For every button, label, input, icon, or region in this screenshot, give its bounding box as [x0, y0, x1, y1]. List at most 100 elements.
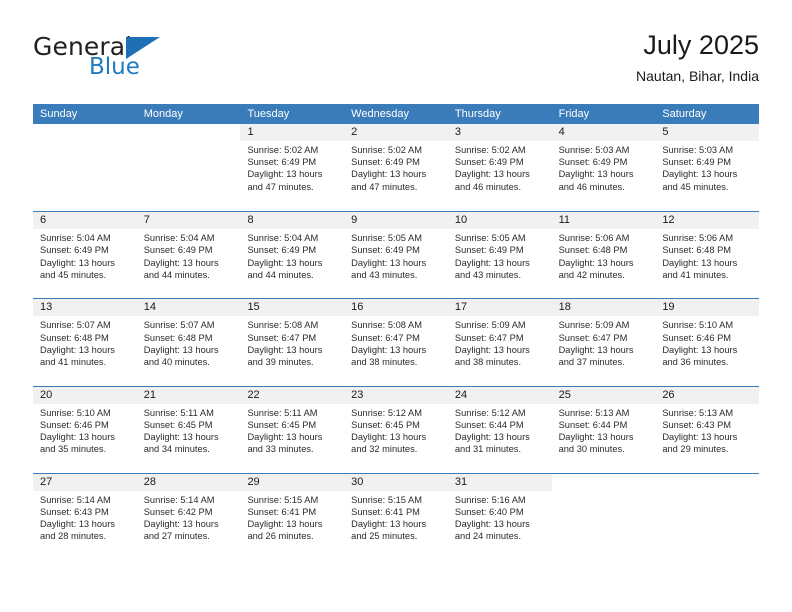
day-number: [137, 124, 241, 141]
day-cell[interactable]: 13 Sunrise: 5:07 AM Sunset: 6:48 PM Dayligh…: [33, 299, 137, 385]
sunset-time: Sunset: 6:49 PM: [143, 245, 213, 256]
day-number: [552, 474, 656, 491]
day-cell[interactable]: 12 Sunrise: 5:06 AM Sunset: 6:48 PM Dayligh…: [655, 212, 760, 298]
page-subtitle: Nautan, Bihar, India: [636, 68, 759, 84]
day-cell[interactable]: 19 Sunrise: 5:10 AM Sunset: 6:46 PM Dayligh…: [655, 299, 760, 385]
daylight-duration: Daylight: 13 hours: [40, 431, 115, 442]
daylight-duration: Daylight: 13 hours: [351, 257, 427, 268]
day-number: 17: [447, 299, 552, 317]
day-cell[interactable]: 6 Sunrise: 5:04 AM Sunset: 6:49 PM Daylight…: [33, 212, 137, 298]
day-cell[interactable]: 11 Sunrise: 5:06 AM Sunset: 6:48 PM Dayligh…: [551, 212, 656, 298]
day-number: 22: [240, 386, 345, 404]
day-cell[interactable]: 26 Sunrise: 5:13 AM Sunset: 6:43 PM Dayligh…: [655, 386, 760, 473]
sunset-time: Sunset: 6:45 PM: [143, 419, 213, 430]
general-blue-logo[interactable]: General Blue: [33, 32, 243, 88]
daylight-duration: Daylight: 13 hours: [454, 169, 530, 180]
day-cell[interactable]: 18 Sunrise: 5:09 AM Sunset: 6:47 PM Dayligh…: [551, 299, 656, 385]
sunset-time: Sunset: 6:48 PM: [662, 245, 732, 256]
day-details: Sunrise: 5:14 AM Sunset: 6:43 PM Daylight:…: [33, 491, 137, 543]
day-cell[interactable]: 28 Sunrise: 5:14 AM Sunset: 6:42 PM Dayligh…: [136, 473, 241, 560]
daylight-duration: and 38 minutes.: [454, 356, 522, 367]
sunrise-time: Sunrise: 5:06 AM: [558, 233, 630, 244]
day-cell[interactable]: 30 Sunrise: 5:15 AM Sunset: 6:41 PM Dayligh…: [344, 473, 448, 560]
page-title: July 2025: [643, 30, 759, 60]
day-number: [655, 474, 759, 491]
sunset-time: Sunset: 6:49 PM: [662, 157, 732, 168]
day-cell[interactable]: 16 Sunrise: 5:08 AM Sunset: 6:47 PM Dayligh…: [344, 299, 448, 385]
sunset-time: Sunset: 6:42 PM: [143, 506, 213, 517]
day-details: Sunrise: 5:04 AM Sunset: 6:49 PM Daylight:…: [240, 229, 344, 281]
sunset-time: Sunset: 6:47 PM: [558, 332, 628, 343]
sunrise-time: Sunrise: 5:14 AM: [143, 494, 215, 505]
daylight-duration: and 41 minutes.: [40, 356, 107, 367]
day-cell[interactable]: 10 Sunrise: 5:05 AM Sunset: 6:49 PM Dayligh…: [447, 212, 552, 298]
daylight-duration: and 40 minutes.: [143, 356, 210, 367]
calendar-grid: Sunday Monday Tuesday Wednesday Thursday Frid…: [33, 104, 760, 560]
daylight-duration: and 44 minutes.: [143, 269, 210, 280]
weekday-header-friday: Friday: [558, 108, 590, 120]
day-cell[interactable]: 22 Sunrise: 5:11 AM Sunset: 6:45 PM Dayligh…: [240, 386, 345, 473]
day-cell[interactable]: 21 Sunrise: 5:11 AM Sunset: 6:45 PM Dayligh…: [136, 386, 241, 473]
day-details: Sunrise: 5:02 AM Sunset: 6:49 PM Daylight:…: [240, 141, 344, 193]
day-cell[interactable]: 27 Sunrise: 5:14 AM Sunset: 6:43 PM Dayligh…: [33, 473, 137, 560]
daylight-duration: Daylight: 13 hours: [40, 344, 115, 355]
daylight-duration: Daylight: 13 hours: [662, 431, 738, 442]
sunrise-time: Sunrise: 5:04 AM: [40, 233, 111, 244]
sunrise-time: Sunrise: 5:15 AM: [247, 494, 319, 505]
day-cell[interactable]: 29 Sunrise: 5:15 AM Sunset: 6:41 PM Dayligh…: [240, 473, 345, 560]
daylight-duration: and 39 minutes.: [247, 356, 314, 367]
sunset-time: Sunset: 6:49 PM: [247, 245, 317, 256]
day-number: 2: [344, 124, 448, 141]
day-number: 8: [240, 212, 345, 230]
sunset-time: Sunset: 6:48 PM: [558, 245, 628, 256]
day-cell[interactable]: 1 Sunrise: 5:02 AM Sunset: 6:49 PM Daylight…: [240, 124, 345, 211]
weekday-header-monday: Monday: [143, 108, 183, 120]
day-details: Sunrise: 5:12 AM Sunset: 6:45 PM Daylight:…: [344, 404, 448, 456]
weekday-header-thursday: Thursday: [454, 108, 501, 120]
day-cell[interactable]: 14 Sunrise: 5:07 AM Sunset: 6:48 PM Dayligh…: [136, 299, 241, 385]
day-number: 31: [447, 473, 552, 491]
day-cell[interactable]: 23 Sunrise: 5:12 AM Sunset: 6:45 PM Dayligh…: [344, 386, 448, 473]
day-cell[interactable]: 8 Sunrise: 5:04 AM Sunset: 6:49 PM Daylight…: [240, 212, 345, 298]
daylight-duration: Daylight: 13 hours: [454, 257, 530, 268]
day-number: 4: [551, 124, 656, 141]
daylight-duration: Daylight: 13 hours: [351, 169, 427, 180]
sunrise-time: Sunrise: 5:13 AM: [662, 407, 734, 418]
sunrise-time: Sunrise: 5:03 AM: [662, 145, 734, 155]
day-cell[interactable]: 2 Sunrise: 5:02 AM Sunset: 6:49 PM Daylight…: [344, 124, 448, 211]
daylight-duration: Daylight: 13 hours: [143, 257, 219, 268]
sunrise-time: Sunrise: 5:04 AM: [247, 233, 319, 244]
sunset-time: Sunset: 6:44 PM: [558, 419, 628, 430]
day-cell[interactable]: 31 Sunrise: 5:16 AM Sunset: 6:40 PM Dayligh…: [447, 473, 552, 560]
daylight-duration: Daylight: 13 hours: [247, 344, 323, 355]
day-cell[interactable]: 7 Sunrise: 5:04 AM Sunset: 6:49 PM Daylight…: [136, 212, 241, 298]
day-cell[interactable]: 3 Sunrise: 5:02 AM Sunset: 6:49 PM Daylight…: [447, 124, 552, 211]
logo-text-blue: Blue: [89, 54, 140, 80]
day-details: Sunrise: 5:12 AM Sunset: 6:44 PM Daylight:…: [448, 404, 552, 456]
day-number: 23: [344, 386, 448, 404]
day-cell[interactable]: 17 Sunrise: 5:09 AM Sunset: 6:47 PM Dayligh…: [447, 299, 552, 385]
day-number: 14: [136, 299, 241, 317]
daylight-duration: and 45 minutes.: [40, 269, 107, 280]
day-cell[interactable]: 20 Sunrise: 5:10 AM Sunset: 6:46 PM Dayligh…: [33, 386, 137, 473]
day-cell[interactable]: 4 Sunrise: 5:03 AM Sunset: 6:49 PM Daylight…: [551, 124, 656, 211]
daylight-duration: and 47 minutes.: [351, 181, 418, 192]
sunrise-time: Sunrise: 5:05 AM: [351, 233, 422, 244]
daylight-duration: and 30 minutes.: [558, 444, 625, 455]
day-cell[interactable]: 24 Sunrise: 5:12 AM Sunset: 6:44 PM Dayligh…: [447, 386, 552, 473]
daylight-duration: and 43 minutes.: [351, 269, 418, 280]
day-cell[interactable]: 5 Sunrise: 5:03 AM Sunset: 6:49 PM Daylight…: [655, 124, 760, 211]
weekday-header-wednesday: Wednesday: [351, 108, 410, 120]
day-number: 7: [136, 212, 241, 230]
daylight-duration: Daylight: 13 hours: [247, 169, 323, 180]
day-cell[interactable]: 9 Sunrise: 5:05 AM Sunset: 6:49 PM Daylight…: [344, 212, 448, 298]
day-number: 9: [344, 212, 448, 230]
day-details: Sunrise: 5:11 AM Sunset: 6:45 PM Daylight:…: [240, 404, 344, 456]
daylight-duration: and 46 minutes.: [454, 181, 522, 192]
day-number: 1: [240, 124, 345, 141]
day-cell[interactable]: 15 Sunrise: 5:08 AM Sunset: 6:47 PM Dayligh…: [240, 299, 345, 385]
calendar-page: General Blue July 2025 Nautan, Bihar, In…: [0, 0, 792, 612]
daylight-duration: Daylight: 13 hours: [558, 431, 634, 442]
day-cell[interactable]: 25 Sunrise: 5:13 AM Sunset: 6:44 PM Dayligh…: [551, 386, 656, 473]
day-cell-empty: [33, 124, 137, 211]
